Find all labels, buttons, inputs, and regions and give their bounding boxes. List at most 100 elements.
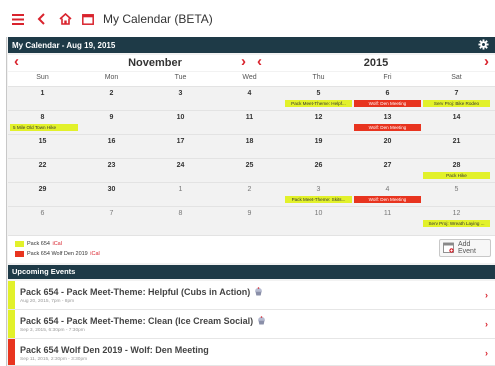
next-year-button[interactable]: › bbox=[484, 54, 489, 70]
day-number: 4 bbox=[385, 186, 390, 193]
calendar-day[interactable]: 9 bbox=[215, 207, 284, 231]
calendar-event-den[interactable]: Wolf: Den Meeting bbox=[354, 124, 421, 131]
day-number: 17 bbox=[176, 138, 185, 145]
calendar-week: 22 23 24 25 26 27 28 Pack Hike bbox=[8, 158, 495, 182]
calendar-day[interactable]: 23 bbox=[77, 159, 146, 183]
calendar-day[interactable]: 2 bbox=[215, 183, 284, 207]
add-event-button[interactable]: Add Event bbox=[439, 239, 491, 257]
calendar-week: 8 5 Mile Old Town Hike 9 10 11 12 13 Wolf:… bbox=[8, 110, 495, 134]
calendar-day[interactable]: 26 bbox=[284, 159, 353, 183]
calendar-day[interactable]: 4 Wolf: Den Meeting bbox=[353, 183, 422, 207]
calendar-event-den[interactable]: Wolf: Den Meeting bbox=[354, 196, 421, 203]
calendar-event-pack[interactable]: Pack Meet-Theme: Helpf... bbox=[285, 100, 352, 107]
calendar-day[interactable]: 3 bbox=[146, 87, 215, 111]
day-number: 13 bbox=[383, 114, 392, 121]
home-icon[interactable] bbox=[58, 9, 72, 29]
weekday-tue: Tue bbox=[174, 74, 187, 81]
event-datetime: Aug 20, 2015, 7pm - 8pm bbox=[20, 299, 75, 304]
calendar-day[interactable]: 5 bbox=[422, 183, 491, 207]
calendar-event-den[interactable]: Wolf: Den Meeting bbox=[354, 100, 421, 107]
upcoming-events-header: Upcoming Events bbox=[8, 265, 495, 279]
legend-swatch-red bbox=[15, 251, 24, 257]
calendar-day[interactable]: 9 bbox=[77, 111, 146, 135]
calendar-day[interactable]: 12 Serv Proj: Wreath Laying ... bbox=[422, 207, 491, 231]
calendar-day[interactable]: 8 5 Mile Old Town Hike bbox=[8, 111, 78, 135]
calendar-day[interactable]: 6 Wolf: Den Meeting bbox=[353, 87, 422, 111]
menu-icon[interactable] bbox=[11, 9, 25, 29]
calendar-day[interactable]: 6 bbox=[8, 207, 77, 231]
calendar-day[interactable]: 13 Wolf: Den Meeting bbox=[353, 111, 422, 135]
weekday-sun: Sun bbox=[36, 74, 49, 81]
day-number: 6 bbox=[385, 90, 390, 97]
calendar-day[interactable]: 30 bbox=[77, 183, 146, 207]
calendar-day[interactable]: 22 bbox=[8, 159, 77, 183]
calendar-legend: Pack 654 iCal Pack 654 Wolf Den 2019 iCa… bbox=[8, 235, 495, 263]
ical-link[interactable]: iCal bbox=[52, 241, 61, 247]
calendar-day[interactable]: 10 bbox=[146, 111, 215, 135]
calendar-day[interactable]: 21 bbox=[422, 135, 491, 159]
day-number: 6 bbox=[40, 210, 45, 217]
calendar-event-pack[interactable]: Serv Proj: Bike Rodeo bbox=[423, 100, 490, 107]
calendar-day[interactable]: 11 bbox=[353, 207, 422, 231]
event-title: Pack 654 - Pack Meet-Theme: Clean (Ice C… bbox=[20, 316, 266, 327]
calendar-day[interactable]: 12 bbox=[284, 111, 353, 135]
calendar-day[interactable]: 18 bbox=[215, 135, 284, 159]
calendar-day[interactable]: 11 bbox=[215, 111, 284, 135]
calendar-day[interactable]: 2 bbox=[77, 87, 146, 111]
day-number: 5 bbox=[454, 186, 459, 193]
calendar-day[interactable]: 17 bbox=[146, 135, 215, 159]
calendar-day[interactable]: 27 bbox=[353, 159, 422, 183]
weekday-wed: Wed bbox=[242, 74, 257, 81]
calendar-day[interactable]: 7 Serv Proj: Bike Rodeo bbox=[422, 87, 491, 111]
calendar-day[interactable]: 28 Pack Hike bbox=[422, 159, 491, 183]
calendar-day[interactable]: 19 bbox=[284, 135, 353, 159]
calendar-day[interactable]: 10 bbox=[284, 207, 353, 231]
calendar-day[interactable]: 24 bbox=[146, 159, 215, 183]
event-title: Pack 654 Wolf Den 2019 - Wolf: Den Meeti… bbox=[20, 345, 209, 355]
chevron-right-icon: › bbox=[485, 290, 488, 300]
calendar-day[interactable]: 4 bbox=[215, 87, 284, 111]
calendar-day[interactable]: 20 bbox=[353, 135, 422, 159]
upcoming-event-item[interactable]: Pack 654 - Pack Meet-Theme: Clean (Ice C… bbox=[8, 310, 495, 339]
day-number: 12 bbox=[452, 210, 461, 217]
cupcake-icon bbox=[257, 316, 266, 327]
prev-year-button[interactable]: ‹ bbox=[257, 54, 262, 70]
calendar-day[interactable]: 3 Pack Meet-Theme: Skits... bbox=[284, 183, 353, 207]
calendar-day[interactable]: 14 bbox=[422, 111, 491, 135]
calendar-icon[interactable] bbox=[81, 9, 95, 29]
calendar-day[interactable]: 15 bbox=[8, 135, 77, 159]
upcoming-event-item[interactable]: Pack 654 - Pack Meet-Theme: Helpful (Cub… bbox=[8, 281, 495, 310]
gear-icon[interactable] bbox=[478, 39, 489, 52]
prev-month-button[interactable]: ‹ bbox=[14, 54, 19, 70]
day-number: 20 bbox=[383, 138, 392, 145]
calendar-day[interactable]: 1 bbox=[8, 87, 77, 111]
day-number: 2 bbox=[109, 90, 114, 97]
ical-link[interactable]: iCal bbox=[90, 251, 99, 257]
calendar-day[interactable]: 7 bbox=[77, 207, 146, 231]
calendar-day[interactable]: 16 bbox=[77, 135, 146, 159]
calendar-day[interactable]: 5 Pack Meet-Theme: Helpf... bbox=[284, 87, 353, 111]
calendar-day[interactable]: 29 bbox=[8, 183, 77, 207]
upcoming-event-item[interactable]: Pack 654 Wolf Den 2019 - Wolf: Den Meeti… bbox=[8, 339, 495, 366]
weekday-thu: Thu bbox=[312, 74, 325, 81]
calendar-event-pack[interactable]: 5 Mile Old Town Hike bbox=[10, 124, 78, 131]
back-icon[interactable] bbox=[35, 9, 47, 29]
day-number: 18 bbox=[245, 138, 254, 145]
calendar-event-pack[interactable]: Serv Proj: Wreath Laying ... bbox=[423, 220, 490, 227]
day-number: 5 bbox=[316, 90, 321, 97]
legend-item-pack: Pack 654 iCal bbox=[15, 240, 62, 248]
day-number: 8 bbox=[178, 210, 183, 217]
calendar-day[interactable]: 8 bbox=[146, 207, 215, 231]
legend-label: Pack 654 Wolf Den 2019 bbox=[27, 251, 88, 257]
calendar-week: 15 16 17 18 19 20 21 bbox=[8, 134, 495, 158]
calendar-event-pack[interactable]: Pack Hike bbox=[423, 172, 490, 179]
weekday-header-row: Sun Mon Tue Wed Thu Fri Sat bbox=[8, 72, 495, 86]
event-title-text: Pack 654 - Pack Meet-Theme: Helpful (Cub… bbox=[20, 287, 251, 297]
day-number: 19 bbox=[314, 138, 323, 145]
calendar-day[interactable]: 25 bbox=[215, 159, 284, 183]
calendar-event-pack[interactable]: Pack Meet-Theme: Skits... bbox=[285, 196, 352, 203]
calendar-day[interactable]: 1 bbox=[146, 183, 215, 207]
weekday-mon: Mon bbox=[104, 74, 119, 81]
event-title-text: Pack 654 - Pack Meet-Theme: Clean (Ice C… bbox=[20, 316, 254, 326]
next-month-button[interactable]: › bbox=[241, 54, 246, 70]
